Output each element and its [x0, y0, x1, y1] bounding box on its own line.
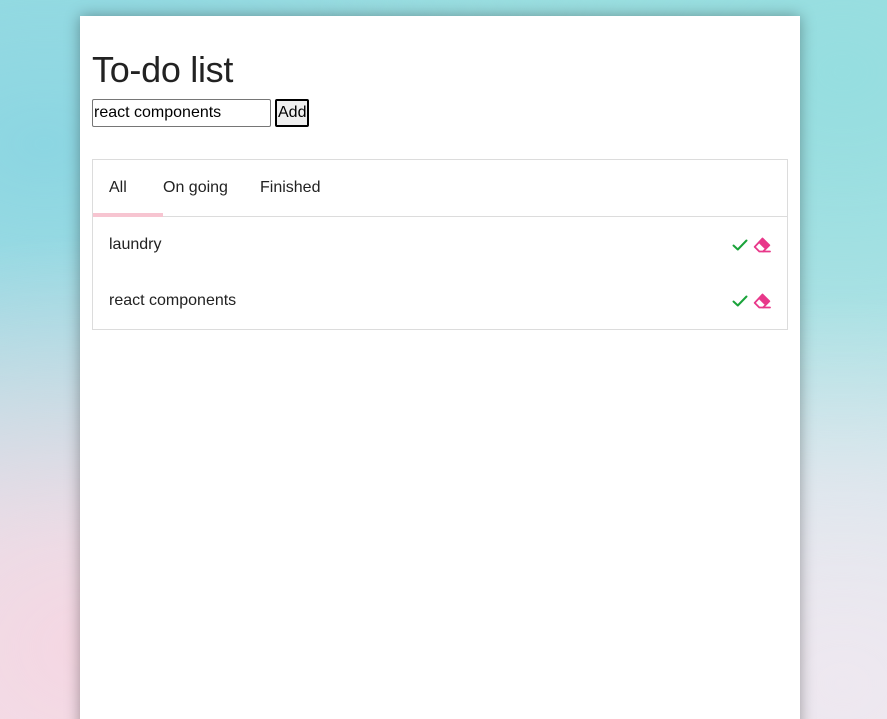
tab-all[interactable]: All: [93, 160, 163, 217]
tab-label: All: [109, 179, 127, 196]
todo-list: laundry react components: [93, 217, 787, 329]
add-todo-form: Add: [92, 99, 310, 127]
check-icon[interactable]: [731, 236, 749, 254]
page-title: To-do list: [92, 49, 234, 90]
todo-item-text: laundry: [109, 236, 162, 253]
todo-item: laundry: [93, 217, 787, 273]
add-button[interactable]: Add: [275, 99, 310, 127]
todo-input[interactable]: [92, 99, 271, 127]
todo-card: To-do list Add All On going Finished lau…: [80, 16, 800, 719]
tab-on-going[interactable]: On going: [163, 160, 260, 216]
filter-tabs: All On going Finished: [93, 160, 787, 217]
tab-label: On going: [163, 179, 228, 196]
todo-item-text: react components: [109, 292, 237, 309]
todo-item: react components: [93, 273, 787, 329]
check-icon[interactable]: [731, 292, 749, 310]
tab-finished[interactable]: Finished: [260, 160, 336, 216]
eraser-icon[interactable]: [753, 292, 771, 310]
todo-item-actions: [731, 292, 771, 310]
tab-label: Finished: [260, 179, 321, 196]
todo-panel: All On going Finished laundry react comp…: [92, 159, 788, 330]
todo-item-actions: [731, 236, 771, 254]
eraser-icon[interactable]: [753, 236, 771, 254]
